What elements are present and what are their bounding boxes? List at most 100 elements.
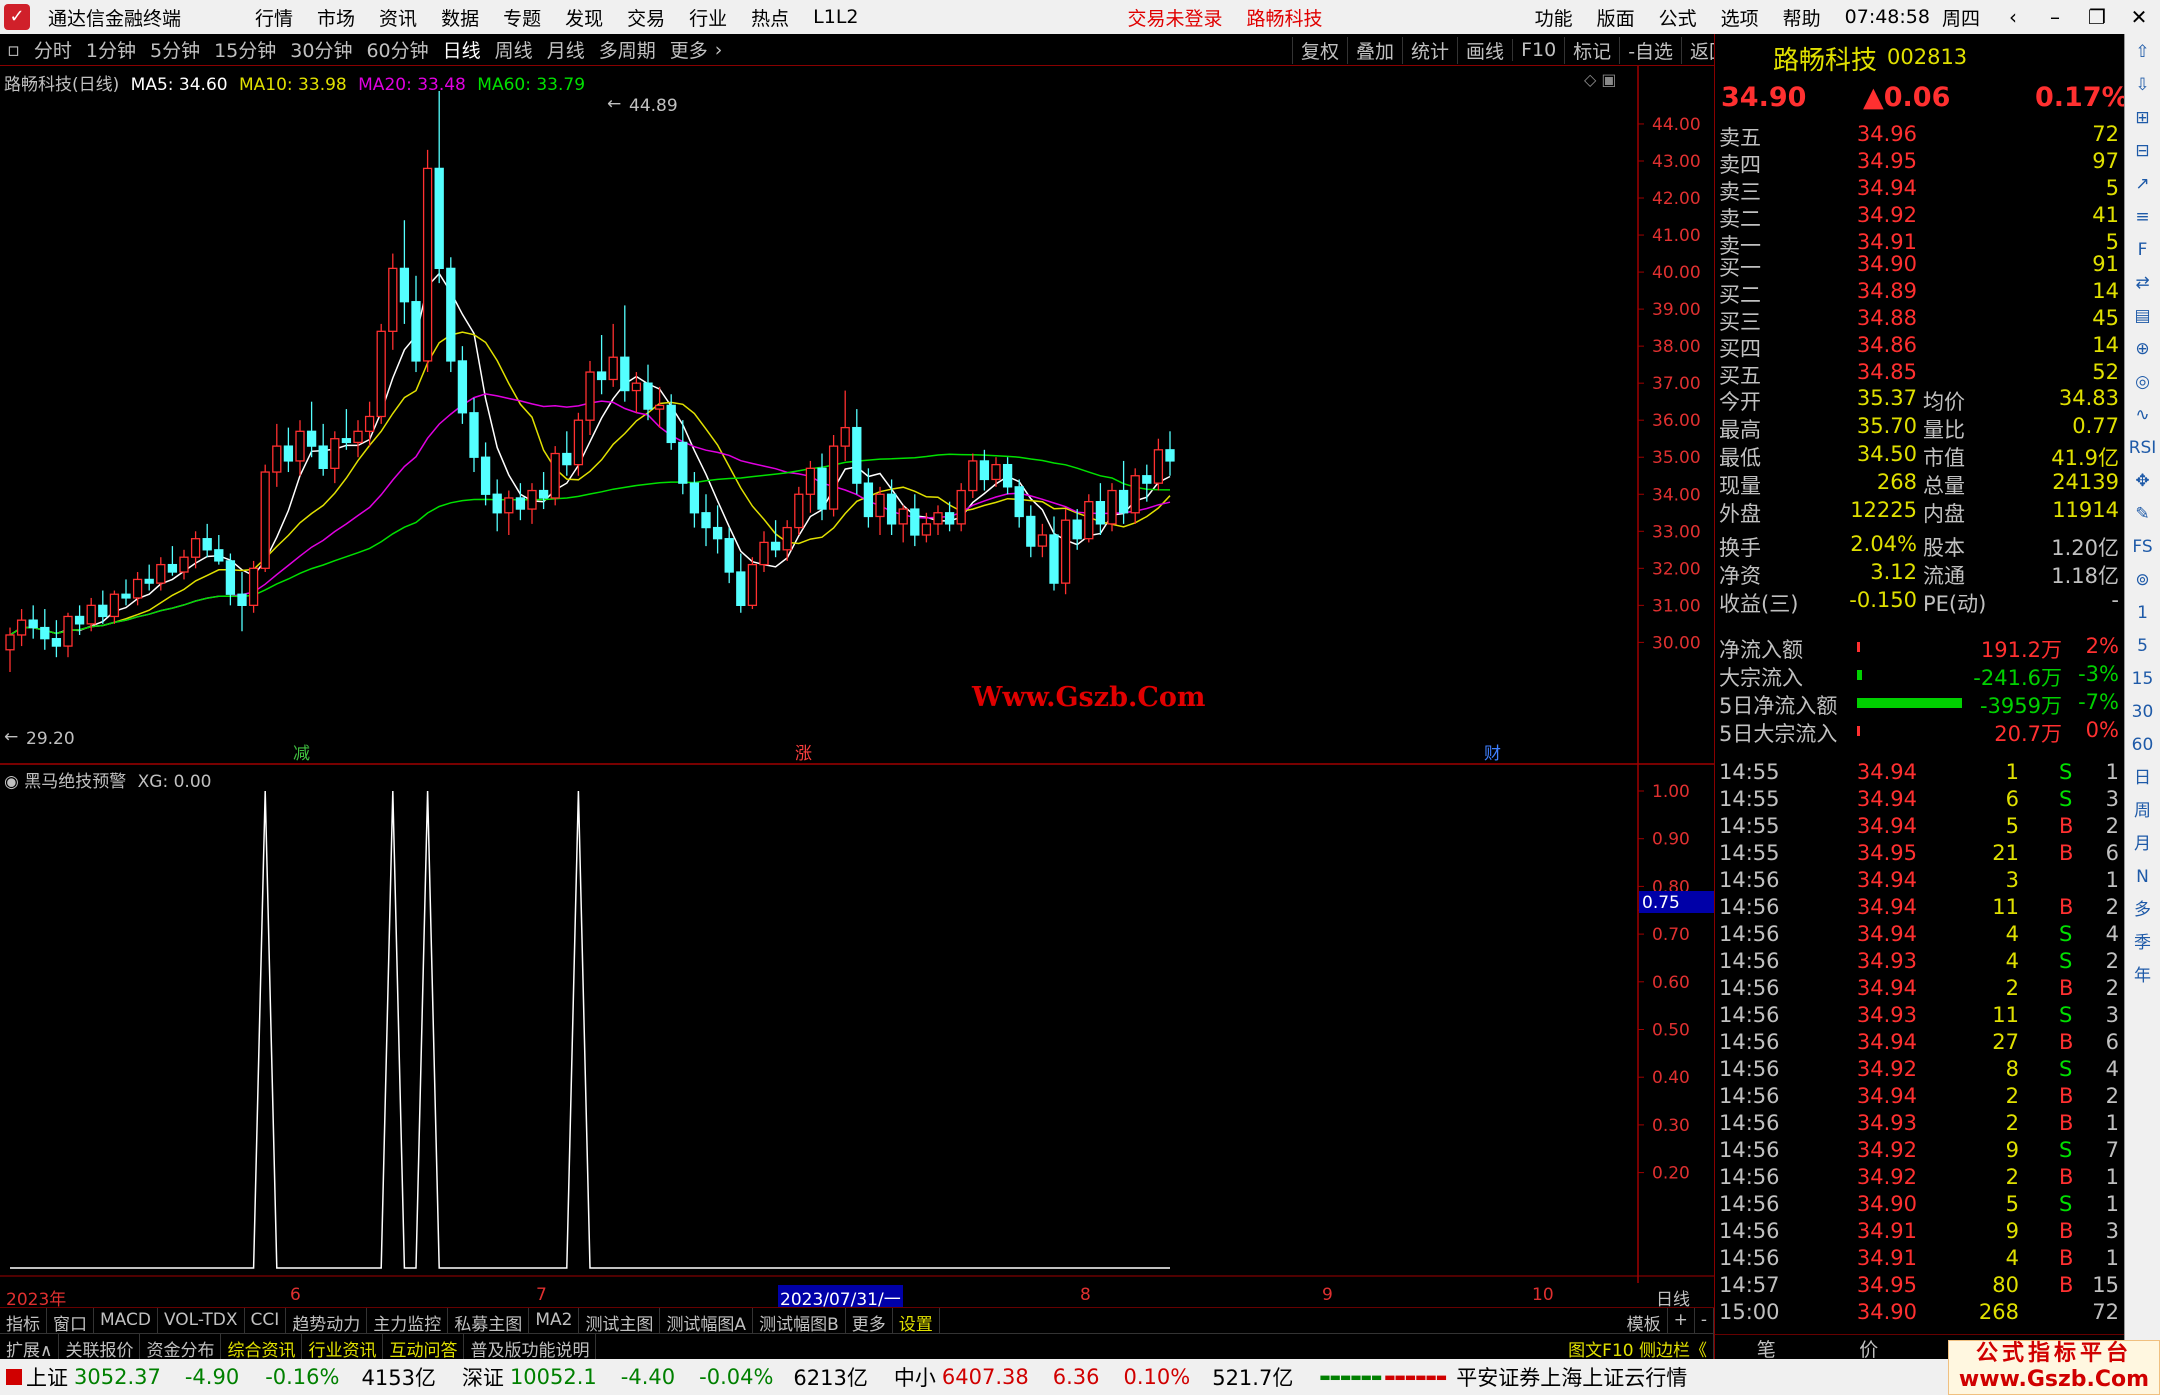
flow-row[interactable]: 5日大宗流入 20.7万 0% [1719, 718, 2119, 746]
menu-item-industry[interactable]: 行业 [677, 4, 739, 31]
sidebar-button[interactable]: 5 [2128, 631, 2158, 661]
tick-row[interactable]: 14:55 34.94 6 S 3 [1719, 787, 2119, 814]
tick-row[interactable]: 14:56 34.93 11 S 3 [1719, 1003, 2119, 1030]
f10-button[interactable]: F10 [1512, 39, 1564, 61]
tab-trend-power[interactable]: 趋势动力 [286, 1308, 368, 1335]
sidebar-button[interactable]: 15 [2128, 664, 2158, 694]
sidebar-button[interactable]: N [2128, 862, 2158, 892]
flow-row[interactable]: 净流入额 191.2万 2% [1719, 634, 2119, 662]
menu-item-function[interactable]: 功能 [1523, 4, 1585, 31]
menu-item-market[interactable]: 市场 [305, 4, 367, 31]
tick-row[interactable]: 14:55 34.95 21 B 6 [1719, 841, 2119, 868]
tick-row[interactable]: 14:56 34.94 4 S 4 [1719, 922, 2119, 949]
sidebar-button[interactable]: ◎ [2128, 367, 2158, 397]
menu-item-options[interactable]: 选项 [1709, 4, 1771, 31]
menu-item-formula[interactable]: 公式 [1647, 4, 1709, 31]
event-marker-rise[interactable]: 涨 [795, 744, 812, 764]
sidebar-button[interactable]: ∿ [2128, 400, 2158, 430]
watchlist-button[interactable]: -自选 [1619, 36, 1681, 64]
add-tab-button[interactable]: + [1668, 1308, 1695, 1333]
restore-icon[interactable]: ❐ [2076, 5, 2118, 29]
stat-row[interactable]: 最高 35.70 量比 0.77 [1719, 414, 2119, 442]
stat-row[interactable]: 换手 2.04% 股本 1.20亿 [1719, 532, 2119, 560]
period-tab-monthly[interactable]: 月线 [540, 36, 592, 63]
broker-name[interactable]: 平安证券上海上证云行情 [1456, 1362, 1687, 1392]
tab-test-sub-b[interactable]: 测试幅图B [753, 1308, 846, 1335]
tab-ma2[interactable]: MA2 [529, 1308, 580, 1333]
tab-fund-distribution[interactable]: 资金分布 [140, 1334, 222, 1361]
sidebar-button[interactable]: ▤ [2128, 301, 2158, 331]
event-marker-finance[interactable]: 财 [1484, 744, 1501, 764]
tab-vol-tdx[interactable]: VOL-TDX [158, 1308, 245, 1333]
ask-row[interactable]: 卖二 34.92 41 [1719, 203, 2119, 231]
stat-row[interactable]: 净资 3.12 流通 1.18亿 [1719, 560, 2119, 588]
ask-row[interactable]: 卖五 34.96 72 [1719, 122, 2119, 150]
tick-row[interactable]: 14:56 34.93 2 B 1 [1719, 1111, 2119, 1138]
tab-indicator[interactable]: 指标 [0, 1308, 47, 1335]
tick-row[interactable]: 14:56 34.94 27 B 6 [1719, 1030, 2119, 1057]
sidebar-button[interactable]: 日 [2128, 763, 2158, 793]
ask-row[interactable]: 卖三 34.94 5 [1719, 176, 2119, 204]
tick-row[interactable]: 14:56 34.92 9 S 7 [1719, 1138, 2119, 1165]
menu-item-topics[interactable]: 专题 [491, 4, 553, 31]
period-tab-more[interactable]: 更多 [663, 36, 715, 63]
tab-industry-news[interactable]: 行业资讯 [302, 1334, 384, 1361]
overlay-button[interactable]: 叠加 [1347, 36, 1402, 64]
tick-row[interactable]: 15:00 34.90 268 72 [1719, 1300, 2119, 1327]
sidebar-button[interactable]: ⇧ [2128, 37, 2158, 67]
sidebar-button[interactable]: F [2128, 235, 2158, 265]
menu-item-trade[interactable]: 交易 [615, 4, 677, 31]
sidebar-button[interactable]: 季 [2128, 928, 2158, 958]
tick-row[interactable]: 14:56 34.92 8 S 4 [1719, 1057, 2119, 1084]
menu-item-help[interactable]: 帮助 [1771, 4, 1833, 31]
tab-qa[interactable]: 互动问答 [383, 1334, 465, 1361]
sidebar-button[interactable]: 60 [2128, 730, 2158, 760]
tick-row[interactable]: 14:56 34.91 4 B 1 [1719, 1246, 2119, 1273]
tab-edition-info[interactable]: 普及版功能说明 [464, 1334, 597, 1361]
bid-row[interactable]: 买四 34.86 14 [1719, 333, 2119, 361]
sidebar-button[interactable]: ⇩ [2128, 70, 2158, 100]
tab-general-news[interactable]: 综合资讯 [221, 1334, 303, 1361]
login-status[interactable]: 交易未登录 [1116, 4, 1235, 31]
sidebar-button[interactable]: 月 [2128, 829, 2158, 859]
sidebar-button[interactable]: ↗ [2128, 169, 2158, 199]
sh-name[interactable]: 上证 [26, 1362, 68, 1392]
indicator-toggle-icon[interactable]: ◉ [4, 772, 19, 792]
stat-row[interactable]: 最低 34.50 市值 41.9亿 [1719, 442, 2119, 470]
tab-more[interactable]: 更多 [846, 1308, 893, 1335]
kline-chart[interactable]: 44.00 43.00 42.00 41.00 40.00 39.00 38.00 37.00… [0, 66, 1714, 1283]
sidebar-button[interactable]: ≡ [2128, 202, 2158, 232]
sz-name[interactable]: 深证 [462, 1362, 504, 1392]
sidebar-button[interactable]: ⊞ [2128, 103, 2158, 133]
minimize-icon[interactable]: – [2034, 5, 2076, 29]
bid-row[interactable]: 买一 34.90 91 [1719, 252, 2119, 280]
tab-private-main[interactable]: 私募主图 [448, 1308, 530, 1335]
period-tab-weekly[interactable]: 周线 [488, 36, 540, 63]
bid-row[interactable]: 买三 34.88 45 [1719, 306, 2119, 334]
flow-row[interactable]: 大宗流入 -241.6万 -3% [1719, 662, 2119, 690]
tab-expand[interactable]: 扩展∧ [0, 1334, 60, 1361]
tick-row[interactable]: 14:57 34.95 80 B 15 [1719, 1273, 2119, 1300]
menu-item-data[interactable]: 数据 [429, 4, 491, 31]
sidebar-button[interactable]: ⊕ [2128, 334, 2158, 364]
menu-item-hotspot[interactable]: 热点 [739, 4, 801, 31]
tab-test-main[interactable]: 测试主图 [579, 1308, 661, 1335]
tab-macd[interactable]: MACD [94, 1308, 158, 1333]
period-tab-daily[interactable]: 日线 [436, 36, 488, 63]
zx-name[interactable]: 中小 [894, 1362, 936, 1392]
tab-settings[interactable]: 设置 [893, 1308, 940, 1335]
bid-row[interactable]: 买二 34.89 14 [1719, 279, 2119, 307]
period-tab-5min[interactable]: 5分钟 [143, 36, 207, 63]
tick-row[interactable]: 14:56 34.92 2 B 1 [1719, 1165, 2119, 1192]
menu-item-quotes[interactable]: 行情 [243, 4, 305, 31]
tick-row[interactable]: 14:55 34.94 5 B 2 [1719, 814, 2119, 841]
tick-row[interactable]: 14:56 34.94 2 B 2 [1719, 1084, 2119, 1111]
sidebar-button[interactable]: 1 [2128, 598, 2158, 628]
tick-row[interactable]: 14:55 34.94 1 S 1 [1719, 760, 2119, 787]
tick-row[interactable]: 14:56 34.93 4 S 2 [1719, 949, 2119, 976]
tab-test-sub-a[interactable]: 测试幅图A [660, 1308, 754, 1335]
tick-row[interactable]: 14:56 34.94 2 B 2 [1719, 976, 2119, 1003]
mark-button[interactable]: 标记 [1564, 36, 1619, 64]
stat-row[interactable]: 现量 268 总量 24139 [1719, 470, 2119, 498]
event-marker-reduce[interactable]: 减 [293, 744, 310, 764]
